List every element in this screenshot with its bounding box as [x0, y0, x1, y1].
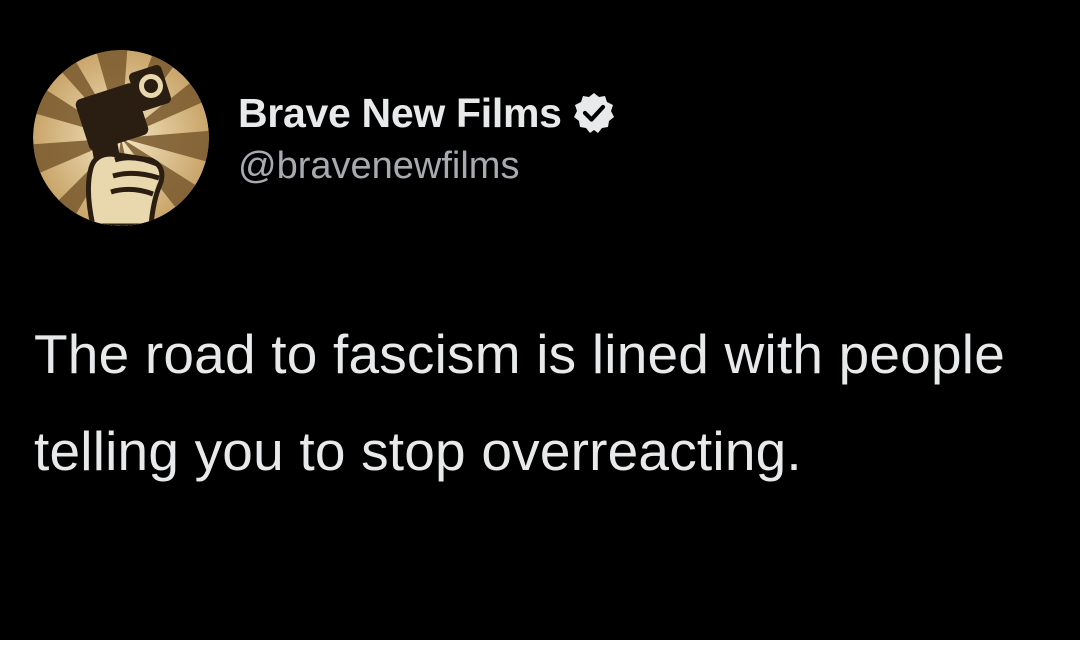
tweet-card: Brave New Films @bravenewfilms The road … — [0, 0, 1080, 640]
camera-fist-logo-icon — [33, 50, 209, 226]
author-handle[interactable]: @bravenewfilms — [238, 145, 616, 188]
author-name-row: Brave New Films — [238, 86, 616, 140]
author-block: Brave New Films @bravenewfilms — [238, 86, 616, 188]
tweet-text: The road to fascism is lined with people… — [34, 323, 1005, 482]
avatar[interactable] — [33, 50, 209, 226]
display-name[interactable]: Brave New Films — [238, 90, 562, 137]
verified-badge-icon — [572, 91, 616, 135]
